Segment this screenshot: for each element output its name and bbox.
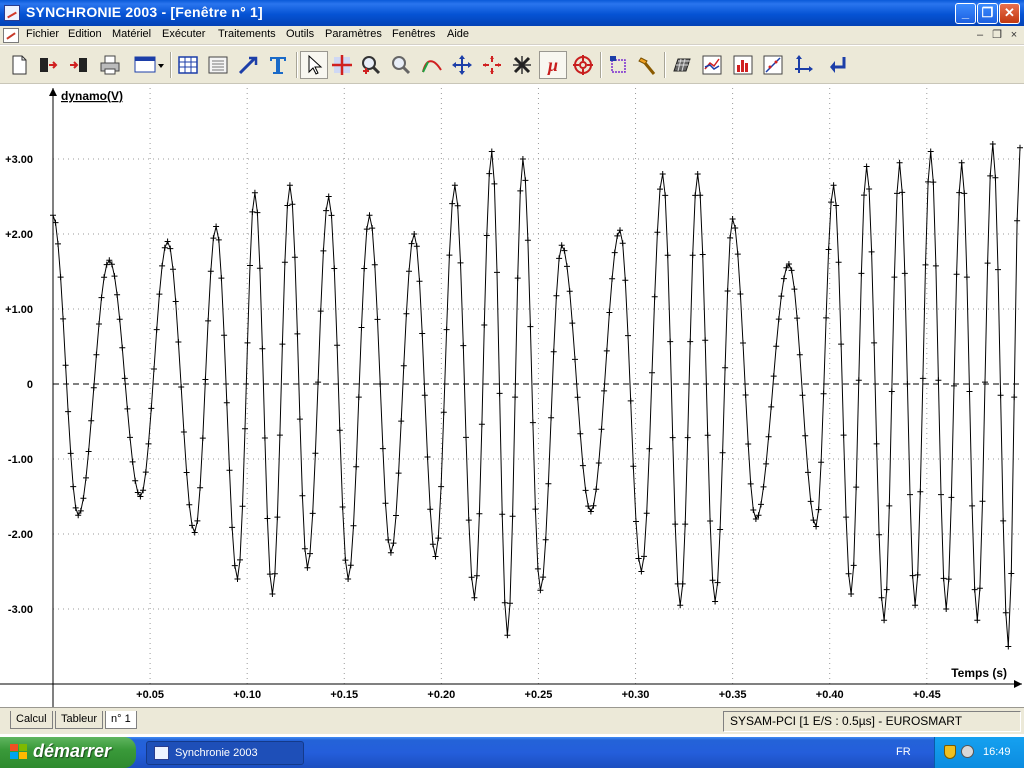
synchronie-app-icon [154,746,169,760]
mu-icon-label: μ [547,54,558,75]
maximize-button[interactable]: ❐ [977,3,998,24]
synchronie-window: SYNCHRONIE 2003 - [Fenêtre n° 1] _ ❐ ✕ F… [0,0,1024,768]
start-label: démarrer [33,741,112,761]
line-graph-icon[interactable] [759,51,787,79]
y-axis-arrow [49,88,57,96]
y-tick-label: -3.00 [8,604,33,616]
menu-fenetres[interactable]: Fenêtres [392,28,435,40]
toolbar-separator [296,52,298,78]
x-tick-label: +0.05 [136,689,164,701]
menu-outils[interactable]: Outils [286,28,314,40]
mdi-restore-button[interactable]: ❐ [990,28,1004,42]
close-button[interactable]: ✕ [999,3,1020,24]
toolbar: μ [0,46,1024,84]
minimize-button[interactable]: _ [955,3,976,24]
y-tick-label: -1.00 [8,454,33,466]
y-tick-labels: +3.00 +2.00 +1.00 0 -1.00 -2.00 -3.00 [5,154,33,616]
signal-trace [52,143,1021,647]
x-tick-label: +0.25 [525,689,553,701]
pointer-icon[interactable] [300,51,328,79]
menu-traitements[interactable]: Traitements [218,28,276,40]
curve-tool-icon[interactable] [418,51,446,79]
windows-logo-icon [10,744,28,761]
volume-icon[interactable] [961,745,974,758]
menu-edition[interactable]: Edition [68,28,102,40]
language-indicator[interactable]: FR [896,746,911,758]
return-arrow-icon[interactable] [824,51,852,79]
clock: 16:49 [983,746,1011,758]
y-tick-label: +2.00 [5,229,33,241]
text-tool-icon[interactable] [264,51,292,79]
expand-arrows-icon[interactable] [478,51,506,79]
new-document-icon[interactable] [5,51,33,79]
tab-window-1[interactable]: n° 1 [105,711,137,729]
arrow-draw-icon[interactable] [234,51,262,79]
window-layout-icon[interactable] [131,51,167,79]
status-panel: SYSAM-PCI [1 E/S : 0.5µs] - EUROSMART [723,711,1021,732]
taskbar-task-synchronie[interactable]: Synchronie 2003 [146,741,304,765]
mdi-minimize-button[interactable]: – [973,28,987,42]
toolbar-separator [170,52,172,78]
plus-markers [50,141,1023,650]
document-icon[interactable] [3,28,19,43]
mdi-close-button[interactable]: × [1007,28,1021,42]
x-tick-label: +0.35 [719,689,747,701]
app-icon[interactable] [4,5,20,21]
menu-bar: Fichier Edition Matériel Exécuter Traite… [0,26,1024,45]
data-point-markers [50,141,1023,650]
crop-icon[interactable] [604,51,632,79]
y-tick-label: -2.00 [8,529,33,541]
y-axis-label: dynamo(V) [61,89,123,103]
taskbar: démarrer Synchronie 2003 FR 16:49 [0,737,1024,768]
tab-tableur[interactable]: Tableur [55,711,104,729]
axes-icon[interactable] [789,51,817,79]
x-tick-label: +0.15 [330,689,358,701]
move-cross-icon[interactable] [448,51,476,79]
cursor-cross-icon[interactable] [328,51,356,79]
menu-fichier[interactable]: Fichier [26,28,59,40]
chart-area[interactable]: +3.00 +2.00 +1.00 0 -1.00 -2.00 -3.00 +0.05 +0.… [0,85,1024,707]
title-bar[interactable]: SYNCHRONIE 2003 - [Fenêtre n° 1] _ ❐ ✕ [0,0,1024,26]
zoom-out-icon[interactable] [387,51,415,79]
save-file-icon[interactable] [64,51,92,79]
chart-tool-icon[interactable] [698,51,726,79]
toolbar-separator [600,52,602,78]
x-tick-label: +0.40 [816,689,844,701]
y-tick-label: +1.00 [5,304,33,316]
menu-materiel[interactable]: Matériel [112,28,151,40]
taskbar-task-label: Synchronie 2003 [175,747,258,759]
security-shield-icon[interactable] [944,745,956,759]
table-grid-icon[interactable] [174,51,202,79]
grid-table-icon[interactable] [668,51,696,79]
tabs-row: Calcul Tableur n° 1 SYSAM-PCI [1 E/S : 0… [0,707,1024,734]
y-tick-label: +3.00 [5,154,33,166]
toolbar-separator [664,52,666,78]
menu-aide[interactable]: Aide [447,28,469,40]
spreadsheet-icon[interactable] [204,51,232,79]
histogram-icon[interactable] [729,51,757,79]
delete-cross-icon[interactable] [508,51,536,79]
x-tick-label: +0.20 [427,689,455,701]
target-icon[interactable] [569,51,597,79]
x-tick-label: +0.10 [233,689,261,701]
menu-executer[interactable]: Exécuter [162,28,205,40]
y-tick-label: 0 [27,379,33,391]
mu-icon[interactable]: μ [539,51,567,79]
window-title: SYNCHRONIE 2003 - [Fenêtre n° 1] [26,4,263,20]
zoom-in-icon[interactable] [357,51,385,79]
x-tick-label: +0.30 [622,689,650,701]
system-tray: 16:49 [934,737,1024,768]
x-tick-labels: +0.05 +0.10 +0.15 +0.20 +0.25 +0.30 +0.35 +0.40… [136,689,941,701]
hammer-icon[interactable] [634,51,662,79]
tab-calcul[interactable]: Calcul [10,711,53,729]
x-axis-label: Temps (s) [951,666,1007,680]
x-axis-arrow [1014,680,1022,688]
menu-parametres[interactable]: Paramètres [325,28,382,40]
start-button[interactable]: démarrer [0,737,136,768]
oscilloscope-chart[interactable]: +3.00+2.00+1.000-1.00-2.00-3.00 +0.05 +0.… [0,85,1024,707]
print-icon[interactable] [96,51,124,79]
x-tick-label: +0.45 [913,689,941,701]
open-file-icon[interactable] [34,51,62,79]
